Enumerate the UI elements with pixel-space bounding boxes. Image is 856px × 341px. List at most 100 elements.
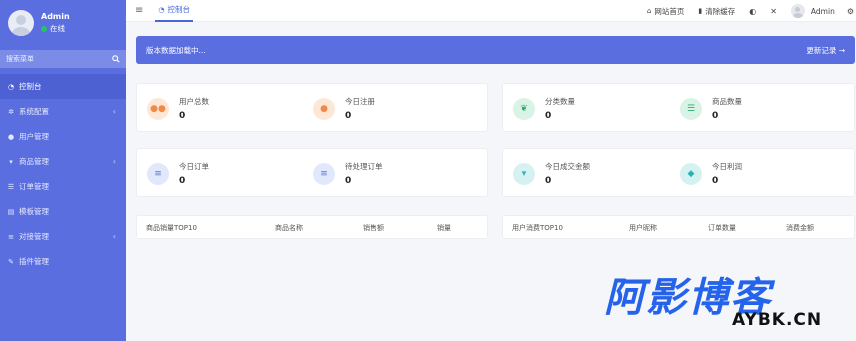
table-header-cell: 商品销量TOP10 xyxy=(146,224,197,232)
sidebar-item-label: 模板管理 xyxy=(19,207,49,216)
theme-icon[interactable]: ◐ xyxy=(749,7,756,16)
stat-label: 今日利润 xyxy=(712,162,742,171)
topbar-actions: ⌂ 网站首页 ▮ 清除缓存 ◐ ✕ Admin ⚙ xyxy=(647,0,856,22)
sidebar-item-products[interactable]: ▾ 商品管理 ‹ xyxy=(0,149,126,174)
stat-value: 0 xyxy=(179,176,186,186)
template-icon: ▤ xyxy=(7,207,15,216)
chevron-left-icon: ‹ xyxy=(112,157,116,166)
sidebar-item-label: 商品管理 xyxy=(19,157,49,166)
menu-icon: ≡ xyxy=(313,163,335,185)
table-header: 商品销量TOP10 商品名称 销售额 销量 xyxy=(137,216,489,240)
sidebar-item-label: 订单管理 xyxy=(19,182,49,191)
stat-label: 分类数量 xyxy=(545,97,575,106)
diamond-icon: ◆ xyxy=(680,163,702,185)
tab-label: 控制台 xyxy=(167,5,191,14)
stat-value: 0 xyxy=(179,111,186,121)
user-status-text: 在线 xyxy=(50,24,65,33)
stat-value: 0 xyxy=(712,111,719,121)
home-icon: ⌂ xyxy=(646,7,652,15)
stat-label: 商品数量 xyxy=(712,97,742,106)
trash-icon: ▮ xyxy=(698,7,703,15)
stat-pending-orders: ≡ 待处理订单 0 xyxy=(313,161,383,187)
sidebar-item-label: 控制台 xyxy=(19,82,42,91)
sidebar-item-dashboard[interactable]: ◔ 控制台 xyxy=(0,74,126,99)
leaf-icon: ❦ xyxy=(513,98,535,120)
settings-gear-icon[interactable]: ⚙ xyxy=(847,7,854,16)
table-header-cell: 商品名称 xyxy=(275,224,303,232)
table-header-cell: 销量 xyxy=(437,224,451,232)
stat-label: 今日注册 xyxy=(345,97,375,106)
user-info: Admin 在线 xyxy=(41,11,70,35)
dashboard-icon: ◔ xyxy=(7,82,15,91)
online-dot-icon xyxy=(41,26,47,32)
user-panel: Admin 在线 xyxy=(0,0,126,46)
table-header-cell: 销售额 xyxy=(363,224,384,232)
stat-label: 今日成交金额 xyxy=(545,162,590,171)
chevron-left-icon: ‹ xyxy=(112,107,116,116)
sidebar-item-users[interactable]: ● 用户管理 xyxy=(0,124,126,149)
table-header-cell: 用户消费TOP10 xyxy=(512,224,563,232)
stat-label: 今日订单 xyxy=(179,162,209,171)
table-header: 用户消费TOP10 用户昵称 订单数量 消费金额 xyxy=(503,216,856,240)
table-header-cell: 订单数量 xyxy=(708,224,736,232)
gear-icon: ✲ xyxy=(8,107,14,116)
clear-cache-button[interactable]: ▮ 清除缓存 xyxy=(698,6,735,17)
sidebar-item-label: 用户管理 xyxy=(19,132,49,141)
stat-today-orders: ≡ 今日订单 0 xyxy=(147,161,209,187)
tab-dashboard[interactable]: ◔ 控制台 xyxy=(155,0,193,22)
menu-icon: ≡ xyxy=(147,163,169,185)
sliders-icon: ≡ xyxy=(8,232,14,241)
site-home-link[interactable]: ⌂ 网站首页 xyxy=(647,6,684,17)
watermark-en: AYBK.CN xyxy=(732,310,823,330)
list-icon: ☰ xyxy=(7,182,15,191)
top-avatar[interactable] xyxy=(790,4,805,18)
stat-value: 0 xyxy=(345,111,352,121)
sidebar: Admin 在线 搜索菜单 ◔ 控制台 ✲ 系统配置 ‹ ● 用户管理 ▾ 商品… xyxy=(0,0,126,341)
fullscreen-icon[interactable]: ✕ xyxy=(770,7,777,16)
sidebar-item-integrations[interactable]: ≡ 对接管理 ‹ xyxy=(0,224,126,249)
stat-value: 0 xyxy=(712,176,719,186)
plugin-icon: ✎ xyxy=(8,257,14,266)
stat-value: 0 xyxy=(345,176,352,186)
menu-search-input[interactable]: 搜索菜单 xyxy=(0,50,126,68)
sidebar-item-label: 对接管理 xyxy=(19,232,49,241)
stat-today-profit: ◆ 今日利润 0 xyxy=(680,161,742,187)
dashboard-icon: ◔ xyxy=(158,5,165,14)
stat-value: 0 xyxy=(545,111,552,121)
stat-label: 用户总数 xyxy=(179,97,209,106)
user-icon: ● xyxy=(7,132,15,141)
version-banner: 版本数据加载中... 更新记录 → xyxy=(136,36,855,64)
top-products-table: 商品销量TOP10 商品名称 销售额 销量 xyxy=(136,215,488,239)
sidebar-item-system-config[interactable]: ✲ 系统配置 ‹ xyxy=(0,99,126,124)
users-icon: ●● xyxy=(147,98,169,120)
sidebar-item-label: 系统配置 xyxy=(19,107,49,116)
chevron-left-icon: ‹ xyxy=(112,232,116,241)
menu-search-placeholder: 搜索菜单 xyxy=(6,55,34,63)
user-icon: ● xyxy=(313,98,335,120)
changelog-link[interactable]: 更新记录 → xyxy=(806,45,845,56)
sidebar-item-templates[interactable]: ▤ 模板管理 xyxy=(0,199,126,224)
search-icon[interactable] xyxy=(112,55,120,63)
stat-product-count: ☰ 商品数量 0 xyxy=(680,96,742,122)
table-header-cell: 消费金额 xyxy=(786,224,814,232)
stat-value: 0 xyxy=(545,176,552,186)
stat-label: 待处理订单 xyxy=(345,162,383,171)
table-header-cell: 用户昵称 xyxy=(629,224,657,232)
stat-category-count: ❦ 分类数量 0 xyxy=(513,96,575,122)
user-name: Admin xyxy=(41,12,70,21)
watermark-logo: 阿影博客 AYBK.CN xyxy=(604,276,834,332)
list-icon: ☰ xyxy=(680,98,702,120)
sidebar-item-plugins[interactable]: ✎ 插件管理 xyxy=(0,249,126,274)
top-users-table: 用户消费TOP10 用户昵称 订单数量 消费金额 xyxy=(502,215,855,239)
stats-card-orders: ≡ 今日订单 0 ≡ 待处理订单 0 xyxy=(136,148,488,197)
admin-name[interactable]: Admin xyxy=(811,7,835,16)
menu-toggle-icon[interactable]: ≡ xyxy=(135,5,143,16)
stats-card-revenue: ▾ 今日成交金额 0 ◆ 今日利润 0 xyxy=(502,148,855,197)
cart-icon: ▾ xyxy=(513,163,535,185)
sidebar-menu: ◔ 控制台 ✲ 系统配置 ‹ ● 用户管理 ▾ 商品管理 ‹ ☰ 订单管理 ▤ … xyxy=(0,74,126,274)
sidebar-item-orders[interactable]: ☰ 订单管理 xyxy=(0,174,126,199)
user-avatar[interactable] xyxy=(8,10,34,36)
stat-total-users: ●● 用户总数 0 xyxy=(147,96,209,122)
user-status: 在线 xyxy=(41,23,70,35)
banner-text: 版本数据加载中... xyxy=(146,45,206,55)
